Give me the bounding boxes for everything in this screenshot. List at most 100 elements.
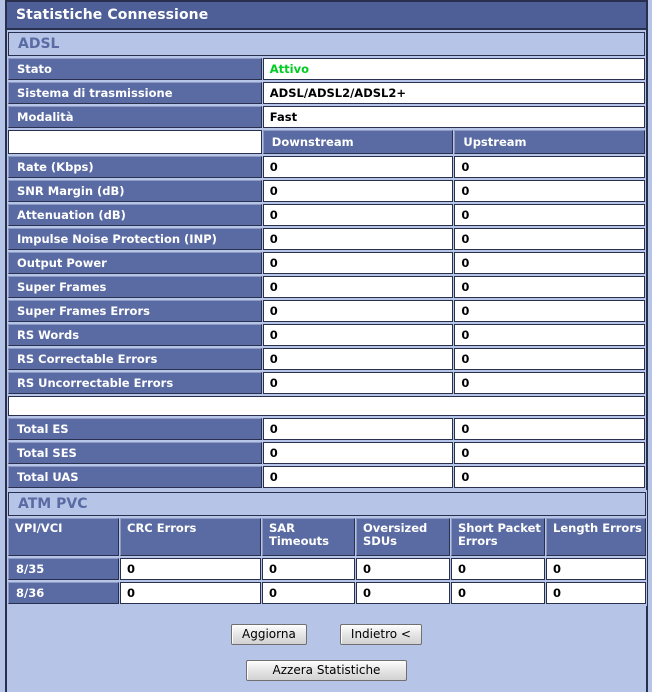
row-label-total-ses: Total SES <box>8 442 262 464</box>
row-up-total-es: 0 <box>454 418 645 440</box>
row-label-super-frames-errors: Super Frames Errors <box>8 300 262 322</box>
section-header-atm-pvc: ATM PVC <box>8 492 647 516</box>
row-up-rs-correctable-errors: 0 <box>454 348 645 370</box>
row-down-super-frames-errors: 0 <box>262 300 454 322</box>
refresh-button[interactable]: Aggiorna <box>231 624 307 645</box>
table-row: RS Correctable Errors 0 0 <box>8 348 645 370</box>
row-down-output-power: 0 <box>262 252 454 274</box>
reset-statistics-button[interactable]: Azzera Statistiche <box>245 660 408 681</box>
row-label-total-es: Total ES <box>8 418 262 440</box>
table-row: SNR Margin (dB) 0 0 <box>8 180 645 202</box>
column-header-blank <box>8 130 262 154</box>
table-row: Total ES 0 0 <box>8 418 645 440</box>
row-up-super-frames: 0 <box>454 276 645 298</box>
row-label-total-uas: Total UAS <box>8 466 262 488</box>
atm-pvc-section-row: ATM PVC <box>8 492 647 516</box>
row-label-sistema-trasmissione: Sistema di trasmissione <box>8 82 262 104</box>
row-up-total-uas: 0 <box>454 466 645 488</box>
row-value-modalita: Fast <box>262 106 645 128</box>
column-header-sar-timeouts: SAR Timeouts <box>262 518 355 556</box>
table-row: Modalità Fast <box>8 106 645 128</box>
pvc-row1-vpivci: 8/36 <box>8 582 119 604</box>
row-down-rs-correctable-errors: 0 <box>262 348 454 370</box>
row-up-attenuation: 0 <box>454 204 645 226</box>
pvc-row1-sar-timeouts: 0 <box>262 582 355 604</box>
column-header-upstream: Upstream <box>454 130 645 154</box>
row-value-sistema-trasmissione: ADSL/ADSL2/ADSL2+ <box>262 82 645 104</box>
pvc-row0-short-packet-errors: 0 <box>451 558 545 580</box>
row-up-inp: 0 <box>454 228 645 250</box>
row-label-stato: Stato <box>8 58 262 80</box>
table-row: Rate (Kbps) 0 0 <box>8 156 645 178</box>
row-up-rate: 0 <box>454 156 645 178</box>
pvc-row0-length-errors: 0 <box>546 558 647 580</box>
row-label-rs-uncorrectable-errors: RS Uncorrectable Errors <box>8 372 262 394</box>
column-header-downstream: Downstream <box>262 130 454 154</box>
row-down-snr-margin: 0 <box>262 180 454 202</box>
column-header-row: Downstream Upstream <box>8 130 645 154</box>
row-up-total-ses: 0 <box>454 442 645 464</box>
column-header-length-errors: Length Errors <box>546 518 647 556</box>
button-row-secondary: Azzera Statistiche <box>7 659 646 681</box>
row-label-rs-correctable-errors: RS Correctable Errors <box>8 348 262 370</box>
column-header-oversized-sdus: Oversized SDUs <box>356 518 450 556</box>
table-row: Output Power 0 0 <box>8 252 645 274</box>
row-down-rs-uncorrectable-errors: 0 <box>262 372 454 394</box>
content-frame: Statistiche Connessione ADSL Stato Attiv… <box>5 0 648 692</box>
atm-pvc-table-body: ATM PVC VPI/VCI CRC Errors SAR Timeouts … <box>8 492 647 604</box>
row-label-output-power: Output Power <box>8 252 262 274</box>
atm-pvc-table: ATM PVC VPI/VCI CRC Errors SAR Timeouts … <box>5 490 648 606</box>
row-label-rs-words: RS Words <box>8 324 262 346</box>
window-titlebar: Statistiche Connessione <box>5 0 646 30</box>
table-row: RS Uncorrectable Errors 0 0 <box>8 372 645 394</box>
row-up-super-frames-errors: 0 <box>454 300 645 322</box>
row-label-modalita: Modalità <box>8 106 262 128</box>
table-row: 8/35 0 0 0 0 0 <box>8 558 647 580</box>
table-row: Super Frames Errors 0 0 <box>8 300 645 322</box>
table-row: Stato Attivo <box>8 58 645 80</box>
atm-pvc-header-row: VPI/VCI CRC Errors SAR Timeouts Oversize… <box>8 518 647 556</box>
pvc-row0-sar-timeouts: 0 <box>262 558 355 580</box>
row-label-attenuation: Attenuation (dB) <box>8 204 262 226</box>
row-label-rate: Rate (Kbps) <box>8 156 262 178</box>
row-down-rate: 0 <box>262 156 454 178</box>
row-down-super-frames: 0 <box>262 276 454 298</box>
page-title: Statistiche Connessione <box>16 7 209 23</box>
adsl-table: ADSL Stato Attivo Sistema di trasmission… <box>5 30 646 490</box>
section-header-adsl: ADSL <box>8 32 645 56</box>
pvc-row0-crc-errors: 0 <box>120 558 261 580</box>
row-up-output-power: 0 <box>454 252 645 274</box>
pvc-row0-oversized-sdus: 0 <box>356 558 450 580</box>
pvc-row0-vpivci: 8/35 <box>8 558 119 580</box>
row-down-total-uas: 0 <box>262 466 454 488</box>
row-down-total-es: 0 <box>262 418 454 440</box>
table-row: Total UAS 0 0 <box>8 466 645 488</box>
pvc-row1-crc-errors: 0 <box>120 582 261 604</box>
pvc-row1-short-packet-errors: 0 <box>451 582 545 604</box>
row-up-rs-words: 0 <box>454 324 645 346</box>
column-header-short-packet-errors: Short Packet Errors <box>451 518 545 556</box>
row-down-inp: 0 <box>262 228 454 250</box>
row-down-total-ses: 0 <box>262 442 454 464</box>
table-row: Impulse Noise Protection (INP) 0 0 <box>8 228 645 250</box>
page-root: Statistiche Connessione ADSL Stato Attiv… <box>0 0 652 692</box>
column-header-vpi-vci: VPI/VCI <box>8 518 119 556</box>
adsl-section-row: ADSL <box>8 32 645 56</box>
back-button[interactable]: Indietro < <box>339 624 422 645</box>
table-row: RS Words 0 0 <box>8 324 645 346</box>
row-label-snr-margin: SNR Margin (dB) <box>8 180 262 202</box>
table-row: Total SES 0 0 <box>8 442 645 464</box>
table-row: Super Frames 0 0 <box>8 276 645 298</box>
button-footer: Aggiorna Indietro < Azzera Statistiche <box>5 606 646 692</box>
table-row: Attenuation (dB) 0 0 <box>8 204 645 226</box>
row-label-inp: Impulse Noise Protection (INP) <box>8 228 262 250</box>
button-row-primary: Aggiorna Indietro < <box>7 623 646 645</box>
row-down-attenuation: 0 <box>262 204 454 226</box>
row-up-snr-margin: 0 <box>454 180 645 202</box>
pvc-row1-length-errors: 0 <box>546 582 647 604</box>
spacer-cell <box>8 396 645 416</box>
column-header-crc-errors: CRC Errors <box>120 518 261 556</box>
adsl-table-body: ADSL Stato Attivo Sistema di trasmission… <box>8 32 645 488</box>
table-row: 8/36 0 0 0 0 0 <box>8 582 647 604</box>
spacer-row <box>8 396 645 416</box>
